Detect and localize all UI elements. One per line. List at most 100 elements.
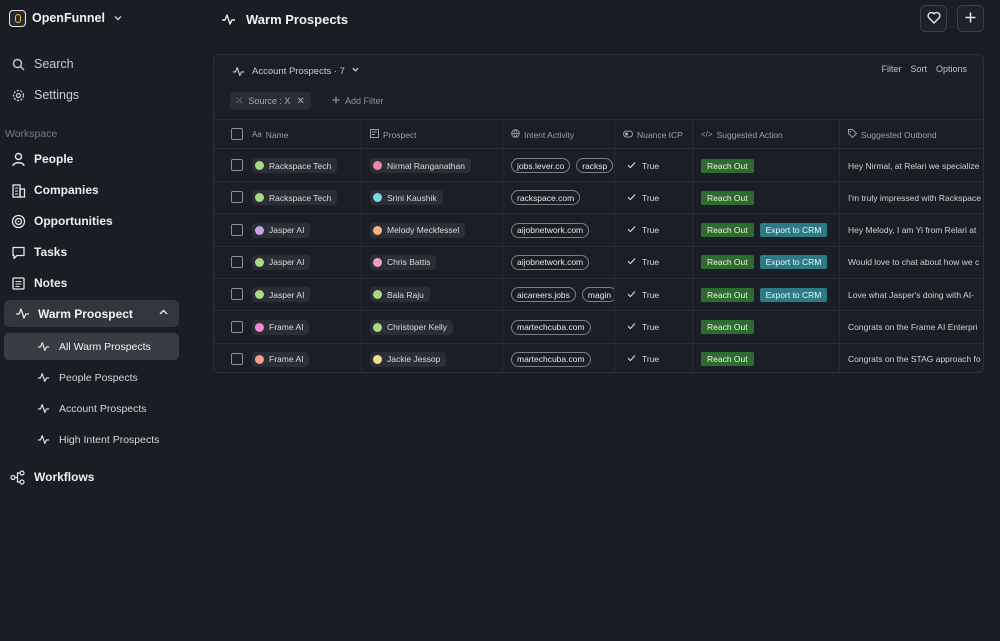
row-checkbox[interactable] [231, 255, 243, 268]
intent-domain-pill[interactable]: aijobnetwork.com [511, 254, 590, 270]
company-chip[interactable]: Frame AI [252, 319, 310, 335]
row-checkbox[interactable] [231, 159, 243, 171]
outbound-message[interactable]: Congrats on the Frame AI Enterpri [848, 322, 977, 332]
sidebar-group-warm-prospect[interactable]: Warm Proospect [4, 300, 179, 327]
reach-out-button[interactable]: Reach Out [701, 190, 754, 205]
intent-domain-pill[interactable]: martechcuba.com [511, 319, 591, 335]
company-name: Jasper AI [269, 257, 305, 268]
sidebar-subitem-account-prospects[interactable]: Account Prospects [4, 395, 179, 422]
options-button[interactable]: Options [936, 64, 967, 74]
filter-chip[interactable]: ⤫ Source : X ✕ [230, 92, 311, 110]
sidebar: OpenFunnel Search Settings Workspace Peo… [0, 0, 190, 641]
prospect-chip[interactable]: Bala Raju [370, 287, 430, 303]
prospect-chip[interactable]: Chris Battis [370, 254, 437, 270]
add-filter-button[interactable]: Add Filter [332, 92, 384, 110]
sidebar-item-companies[interactable]: Companies [10, 179, 99, 201]
reach-out-button[interactable]: Reach Out [701, 255, 754, 270]
sort-button[interactable]: Sort [910, 64, 927, 74]
page-title: Warm Prospects [220, 9, 348, 29]
filter-chip-label: Source : X [248, 96, 291, 106]
company-chip[interactable]: Frame AI [252, 351, 310, 367]
prospect-chip[interactable]: Jackie Jessop [370, 351, 447, 367]
row-checkbox[interactable] [231, 288, 243, 301]
outbound-message[interactable]: Hey Melody, I am Yi from Relari at [848, 225, 976, 235]
note-icon [10, 275, 26, 291]
cell-name: Rackspace Tech [252, 182, 358, 213]
intent-domain-pill[interactable]: aicareers.jobs [511, 287, 576, 303]
intent-domain-pill[interactable]: martechcuba.com [511, 351, 591, 367]
table-row[interactable]: Frame AI Christoper Kelly martechcuba.com T… [214, 312, 983, 344]
sidebar-subitem-all-warm-prospects[interactable]: All Warm Prospects [4, 333, 179, 360]
intent-domain-pill[interactable]: rackspace.com [511, 190, 581, 206]
prospect-chip[interactable]: Srini Kaushik [370, 190, 443, 206]
export-to-crm-button[interactable]: Export to CRM [759, 287, 828, 302]
workspace-switcher[interactable]: OpenFunnel [9, 8, 125, 28]
sidebar-item-tasks[interactable]: Tasks [10, 241, 67, 263]
sidebar-item-people[interactable]: People [10, 148, 73, 170]
table-row[interactable]: Frame AI Jackie Jessop martechcuba.com True… [214, 344, 983, 372]
sidebar-subitem-high-intent-prospects[interactable]: High Intent Prospects [4, 426, 179, 453]
column-header-intent-activity[interactable]: Intent Activity [511, 120, 574, 149]
chevron-up-icon[interactable] [158, 307, 169, 321]
prospect-avatar [373, 322, 382, 332]
intent-domain-pill[interactable]: magin [581, 287, 614, 303]
sidebar-item-notes[interactable]: Notes [10, 272, 67, 294]
outbound-message[interactable]: Congrats on the STAG approach fo [848, 354, 981, 364]
search-nav[interactable]: Search [10, 53, 74, 75]
company-chip[interactable]: Jasper AI [252, 222, 311, 238]
company-chip[interactable]: Jasper AI [252, 254, 311, 270]
reach-out-button[interactable]: Reach Out [701, 223, 754, 238]
pulse-icon [220, 11, 236, 27]
table-row[interactable]: Jasper AI Chris Battis aijobnetwork.com Tru… [214, 247, 983, 279]
globe-icon [511, 129, 520, 140]
outbound-message[interactable]: Hey Nirmal, at Relari we specialize [848, 161, 979, 171]
intent-domain-pill[interactable]: aijobnetwork.com [511, 222, 590, 238]
row-checkbox[interactable] [231, 191, 243, 204]
company-chip[interactable]: Jasper AI [252, 287, 311, 303]
outbound-message[interactable]: Would love to chat about how we c [848, 257, 979, 267]
pulse-icon [35, 401, 51, 417]
add-button[interactable] [957, 5, 984, 32]
outbound-message[interactable]: I'm truly impressed with Rackspace [848, 193, 981, 203]
remove-filter-close-icon[interactable]: ✕ [296, 96, 304, 107]
column-header-suggested-outbound[interactable]: Suggested Outbond [848, 120, 937, 149]
row-checkbox[interactable] [231, 223, 243, 236]
records-panel: Account Prospects · 7 Filter Sort Option… [213, 54, 984, 373]
table-row[interactable]: Rackspace Tech Nirmal Ranganathan jobs.lev… [214, 150, 983, 182]
intent-domain-pill[interactable]: racksp [576, 158, 614, 173]
table-row[interactable]: Rackspace Tech Srini Kaushik rackspace.com… [214, 182, 983, 215]
intent-domain-pill[interactable]: jobs.lever.co [511, 158, 571, 173]
company-chip[interactable]: Rackspace Tech [252, 190, 338, 206]
table-row[interactable]: Jasper AI Melody Meckfessel aijobnetwork.c… [214, 215, 983, 247]
column-header-nuance-icp[interactable]: Nuance ICP [623, 120, 683, 149]
view-selector[interactable]: Account Prospects · 7 [230, 63, 360, 79]
reach-out-button[interactable]: Reach Out [701, 352, 754, 367]
export-to-crm-button[interactable]: Export to CRM [759, 255, 828, 270]
prospect-chip[interactable]: Christoper Kelly [370, 319, 453, 335]
favorite-button[interactable] [920, 5, 947, 32]
column-header-name[interactable]: Aa Name [252, 120, 288, 149]
reach-out-button[interactable]: Reach Out [701, 287, 754, 302]
chevron-down-icon [351, 65, 360, 77]
cell-prospect: Christoper Kelly [370, 312, 500, 343]
row-checkbox[interactable] [231, 352, 243, 365]
settings-nav[interactable]: Settings [10, 84, 79, 106]
prospect-chip[interactable]: Nirmal Ranganathan [370, 158, 471, 173]
company-chip[interactable]: Rackspace Tech [252, 158, 338, 173]
sidebar-subitem-people-prospects[interactable]: People Pospects [4, 364, 179, 391]
column-header-suggested-action[interactable]: </> Suggested Action [701, 120, 783, 149]
cell-intent-activity: jobs.lever.co racksp [511, 150, 614, 181]
prospect-chip[interactable]: Melody Meckfessel [370, 222, 466, 238]
outbound-message[interactable]: Love what Jasper's doing with AI- [848, 290, 974, 300]
reach-out-button[interactable]: Reach Out [701, 320, 754, 334]
table-row[interactable]: Jasper AI Bala Raju aicareers.jobs magin Tru… [214, 279, 983, 312]
column-header-prospect[interactable]: Prospect [370, 120, 417, 149]
row-checkbox[interactable] [231, 320, 243, 333]
filter-button[interactable]: Filter [881, 64, 901, 74]
select-all-checkbox[interactable] [231, 128, 243, 140]
reach-out-button[interactable]: Reach Out [701, 158, 754, 173]
export-to-crm-button[interactable]: Export to CRM [759, 223, 828, 238]
sidebar-item-workflows[interactable]: Workflows [10, 466, 94, 488]
cell-prospect: Jackie Jessop [370, 344, 500, 372]
sidebar-item-opportunities[interactable]: Opportunities [10, 210, 113, 232]
